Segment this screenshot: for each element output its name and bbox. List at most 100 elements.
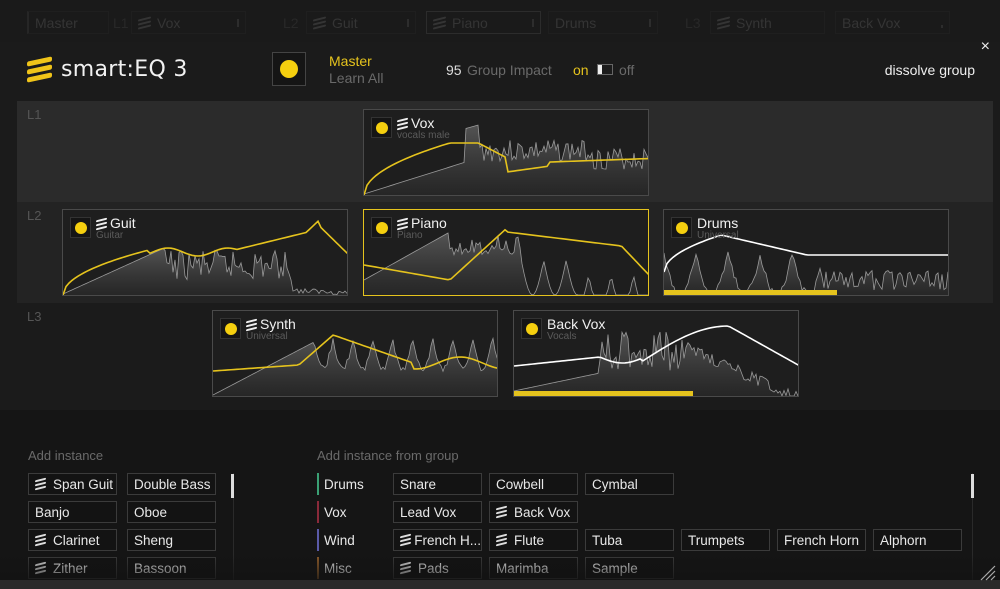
instance-card-vox[interactable]: Vox vocals male <box>363 109 649 196</box>
wave-icon <box>400 561 412 575</box>
add-group-instance-back-vox[interactable]: Back Vox <box>489 501 578 523</box>
add-instance-oboe[interactable]: Oboe <box>127 501 216 523</box>
add-instance-double-bass[interactable]: Double Bass <box>127 473 216 495</box>
add-group-instance-pads[interactable]: Pads <box>393 557 482 579</box>
level-label: L1 <box>27 107 42 122</box>
instance-enable-button[interactable] <box>521 318 542 339</box>
instance-card-piano[interactable]: Piano Piano <box>363 209 649 296</box>
group-impact-label: Group Impact <box>467 62 552 78</box>
group-category-wind: Wind <box>317 529 355 551</box>
instance-name: Vox <box>397 115 434 131</box>
add-instance-banjo[interactable]: Banjo <box>28 501 117 523</box>
learn-all-button[interactable]: Learn All <box>329 70 383 86</box>
instance-enable-button[interactable] <box>371 217 392 238</box>
add-group-instance-cymbal[interactable]: Cymbal <box>585 473 674 495</box>
instance-name: Back Vox <box>547 316 606 332</box>
drag-handle-icon[interactable] <box>407 19 409 27</box>
tab-back-vox[interactable]: Back Vox <box>835 11 950 34</box>
drag-handle-icon[interactable] <box>237 19 239 27</box>
instance-enable-button[interactable] <box>371 117 392 138</box>
tab-master[interactable]: Master <box>27 11 109 34</box>
window-bottom-edge <box>0 580 1000 589</box>
add-instance-zither[interactable]: Zither <box>28 557 117 579</box>
tab-level-label: L2 <box>283 15 299 31</box>
tab-piano[interactable]: Piano <box>426 11 541 34</box>
instance-profile: Vocals <box>547 331 577 342</box>
add-from-group-title: Add instance from group <box>317 448 459 463</box>
add-group-instance-snare[interactable]: Snare <box>393 473 482 495</box>
add-group-instance-french-horn[interactable]: French Horn <box>777 529 866 551</box>
tab-drums[interactable]: Drums <box>548 11 658 34</box>
wave-icon <box>496 505 508 519</box>
enabled-dot-icon <box>280 60 298 78</box>
add-instance-title: Add instance <box>28 448 104 463</box>
add-group-instance-marimba[interactable]: Marimba <box>489 557 578 579</box>
instance-enable-button[interactable] <box>671 217 692 238</box>
add-group-instance-lead-vox[interactable]: Lead Vox <box>393 501 482 523</box>
wave-icon <box>397 117 409 130</box>
master-label[interactable]: Master <box>329 53 372 69</box>
add-group-instance-french-h-[interactable]: French H... <box>393 529 482 551</box>
add-group-instance-trumpets[interactable]: Trumpets <box>681 529 770 551</box>
instance-card-back-vox[interactable]: Back Vox Vocals <box>513 310 799 397</box>
logo-text: smart:EQ 3 <box>61 57 188 82</box>
master-enable-button[interactable] <box>272 52 306 86</box>
add-instance-bassoon[interactable]: Bassoon <box>127 557 216 579</box>
instance-enable-button[interactable] <box>220 318 241 339</box>
tab-level-label: L3 <box>685 15 701 31</box>
wave-icon <box>35 561 47 575</box>
drag-handle-icon[interactable] <box>941 25 943 28</box>
add-group-scrollbar[interactable] <box>971 474 974 498</box>
instance-name: Piano <box>397 215 447 231</box>
add-group-instance-tuba[interactable]: Tuba <box>585 529 674 551</box>
instance-profile: Piano <box>397 230 423 241</box>
off-label[interactable]: off <box>619 62 634 78</box>
instance-card-synth[interactable]: Synth Universal <box>212 310 498 397</box>
instance-profile: Universal <box>697 230 739 241</box>
instance-card-drums[interactable]: Drums Universal <box>663 209 949 296</box>
on-label[interactable]: on <box>573 62 589 78</box>
tab-synth[interactable]: Synth <box>710 11 825 34</box>
group-impact-value[interactable]: 95 <box>446 62 462 78</box>
enabled-dot-icon <box>74 221 87 234</box>
wave-icon <box>96 217 108 230</box>
resize-grip-icon[interactable] <box>978 563 996 581</box>
instance-card-guit[interactable]: Guit Guitar <box>62 209 348 296</box>
add-instance-sheng[interactable]: Sheng <box>127 529 216 551</box>
level-row-l3: L3 <box>17 303 993 404</box>
dissolve-group-button[interactable]: dissolve group <box>885 62 975 78</box>
add-instance-panel <box>0 410 1000 580</box>
tab-level-label: L1 <box>113 15 129 31</box>
instance-enable-button[interactable] <box>70 217 91 238</box>
tab-vox[interactable]: Vox <box>131 11 246 34</box>
add-group-instance-flute[interactable]: Flute <box>489 529 578 551</box>
tab-guit[interactable]: Guit <box>306 11 416 34</box>
logo: smart:EQ 3 <box>27 55 188 83</box>
instance-name: Guit <box>96 215 136 231</box>
add-instance-span-guit[interactable]: Span Guit <box>28 473 117 495</box>
add-instance-clarinet[interactable]: Clarinet <box>28 529 117 551</box>
wave-icon <box>246 318 258 331</box>
wave-icon <box>496 533 508 547</box>
close-icon[interactable]: × <box>981 38 990 56</box>
enabled-dot-icon <box>675 221 688 234</box>
group-category-drums: Drums <box>317 473 364 495</box>
drag-handle-icon[interactable] <box>532 19 534 27</box>
on-off-toggle[interactable] <box>597 64 613 75</box>
enabled-dot-icon <box>375 121 388 134</box>
instance-profile: Guitar <box>96 230 124 241</box>
add-group-instance-alphorn[interactable]: Alphorn <box>873 529 962 551</box>
add-group-instance-sample[interactable]: Sample <box>585 557 674 579</box>
instance-name: Drums <box>697 215 739 231</box>
learning-progress-bar <box>664 290 838 295</box>
instance-profile: vocals male <box>397 130 450 141</box>
enabled-dot-icon <box>525 322 538 335</box>
add-instance-scrollbar[interactable] <box>231 474 234 498</box>
enabled-dot-icon <box>375 221 388 234</box>
wave-icon <box>397 217 409 230</box>
instance-name: Synth <box>246 316 296 332</box>
wave-icon <box>35 533 47 547</box>
instance-tab-strip: Master L1 Vox L2 Guit Piano Drums L3 Syn… <box>0 0 1000 42</box>
drag-handle-icon[interactable] <box>649 19 651 27</box>
add-group-instance-cowbell[interactable]: Cowbell <box>489 473 578 495</box>
